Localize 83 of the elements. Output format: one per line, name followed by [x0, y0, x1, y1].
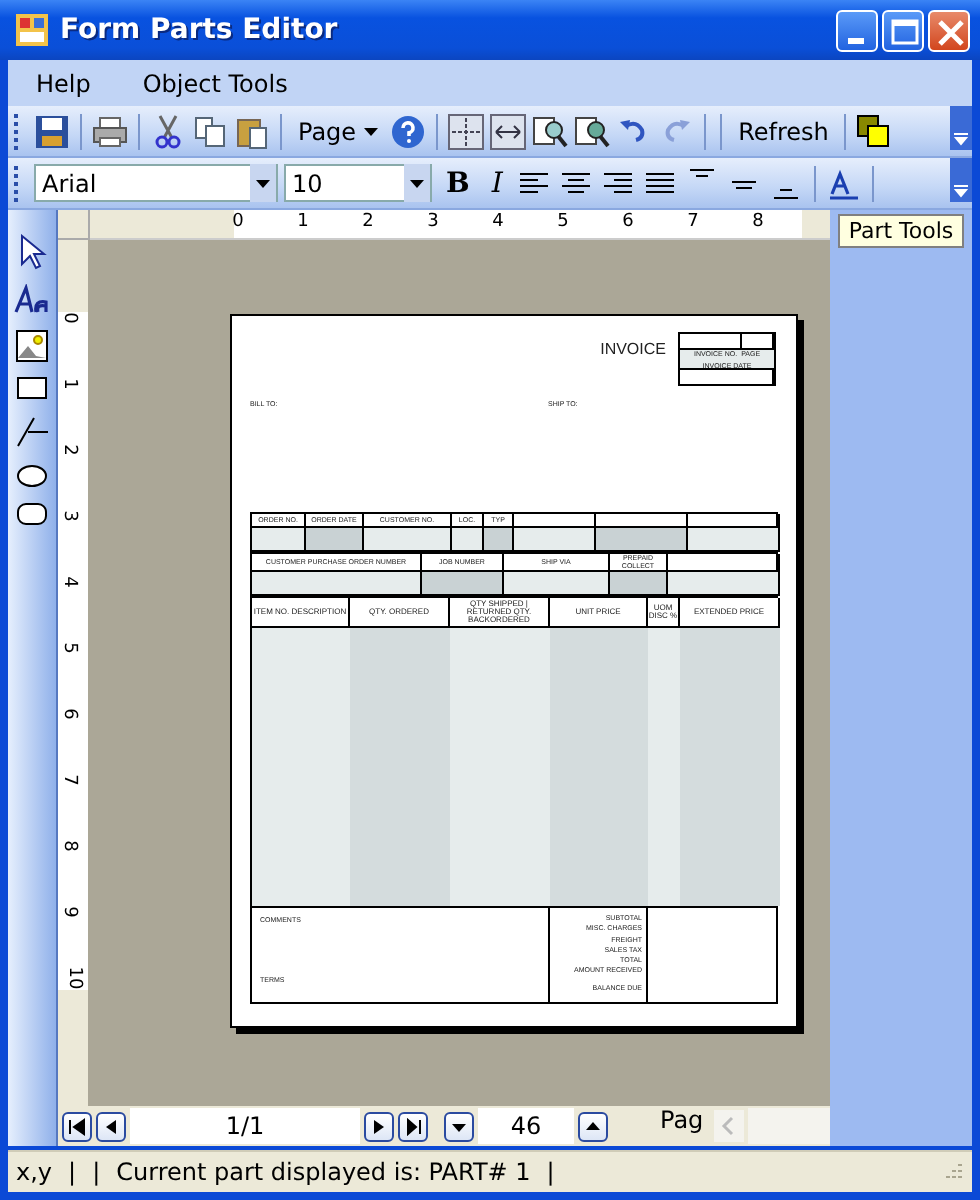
ruler-number: 0 [232, 212, 244, 234]
ruler-number: 10 [62, 966, 85, 990]
dropdown-icon[interactable] [250, 164, 276, 202]
help-icon[interactable] [390, 113, 427, 149]
ellipse-icon[interactable] [16, 464, 48, 488]
previous-icon [102, 1117, 120, 1135]
ruler-number: 1 [56, 378, 79, 390]
printer-icon[interactable] [92, 113, 128, 149]
ruler-number: 3 [56, 510, 79, 522]
next-icon [370, 1117, 388, 1135]
resize-grip-icon[interactable] [940, 1160, 964, 1184]
maximize-icon [891, 18, 919, 44]
ruler-number: 7 [56, 774, 79, 786]
ruler-number: 5 [56, 642, 79, 654]
menu-item[interactable]: Help [8, 69, 115, 97]
line-icon[interactable] [14, 414, 50, 450]
ruler-number: 6 [622, 212, 634, 234]
status-text: | [68, 1158, 77, 1186]
bring-to-front-icon[interactable] [856, 113, 893, 149]
invoice-title: INVOICE [600, 340, 666, 358]
scissors-icon[interactable] [150, 113, 186, 149]
ruler-number: 1 [297, 212, 309, 234]
zoom-out-icon[interactable] [574, 113, 611, 149]
zoom-in-icon[interactable] [532, 113, 569, 149]
text-tool-icon[interactable] [14, 284, 50, 316]
first-page-icon [68, 1117, 86, 1135]
status-text: | [92, 1158, 101, 1186]
page-field[interactable]: 1/1 [130, 1108, 360, 1144]
ruler-number: 2 [362, 212, 374, 234]
ruler-number: 6 [56, 708, 79, 720]
dropdown-icon[interactable] [404, 164, 430, 202]
ruler-number: 9 [56, 906, 79, 918]
part-tools-tab[interactable]: Part Tools [838, 214, 964, 248]
ruler-corner [58, 210, 90, 240]
app-icon [16, 14, 48, 46]
copy-icon[interactable] [192, 113, 228, 149]
menu-item[interactable]: Object Tools [114, 69, 312, 97]
up-arrow-icon [584, 1117, 602, 1135]
zoom-up-button[interactable] [578, 1111, 608, 1141]
first-page-button[interactable] [62, 1111, 92, 1141]
save-icon[interactable] [34, 113, 70, 149]
image-icon[interactable] [16, 330, 48, 362]
ruler-number: 3 [427, 212, 439, 234]
ruler-number: 8 [752, 212, 764, 234]
font-color-icon[interactable] [826, 165, 863, 201]
next-page-button[interactable] [364, 1111, 394, 1141]
fit-page-icon[interactable] [448, 113, 485, 149]
maximize-button[interactable] [882, 9, 924, 51]
ruler-number: 8 [56, 840, 79, 852]
minimize-icon [848, 37, 864, 43]
refresh-button[interactable]: Refresh [732, 117, 835, 145]
caret-icon [364, 127, 379, 135]
previous-page-button[interactable] [96, 1111, 126, 1141]
fit-width-icon[interactable] [490, 113, 527, 149]
ruler-number: 0 [56, 312, 79, 324]
rectangle-icon[interactable] [16, 376, 48, 400]
ruler-number: 5 [557, 212, 569, 234]
zoom-field[interactable]: 46 [478, 1108, 574, 1144]
truncated-tab[interactable]: Pag [660, 1106, 704, 1134]
minimize-button[interactable] [836, 9, 878, 51]
close-button[interactable] [928, 9, 970, 51]
status-text: Current part displayed is: PART# 1 [116, 1158, 531, 1186]
overflow-icon[interactable] [950, 106, 972, 156]
font-combo[interactable]: Arial [34, 164, 278, 202]
last-page-icon [404, 1117, 422, 1135]
pointer-icon[interactable] [16, 234, 48, 270]
zoom-down-button[interactable] [444, 1111, 474, 1141]
close-icon [937, 18, 965, 46]
italic-button[interactable]: I [483, 167, 511, 199]
ruler-number: 7 [687, 212, 699, 234]
paste-icon[interactable] [234, 113, 270, 149]
ruler-number: 4 [56, 576, 79, 588]
rounded-rectangle-icon[interactable] [16, 502, 48, 526]
last-page-button[interactable] [398, 1111, 428, 1141]
ruler-number: 2 [56, 444, 79, 456]
ruler-number: 4 [492, 212, 504, 234]
window-title: Form Parts Editor [60, 14, 338, 46]
status-text: | [546, 1158, 555, 1186]
overflow-icon[interactable] [950, 158, 972, 208]
status-text: x,y [16, 1158, 53, 1186]
page-dropdown[interactable]: Page [292, 117, 385, 145]
size-combo[interactable]: 10 [284, 164, 432, 202]
bold-button[interactable]: B [438, 167, 478, 199]
